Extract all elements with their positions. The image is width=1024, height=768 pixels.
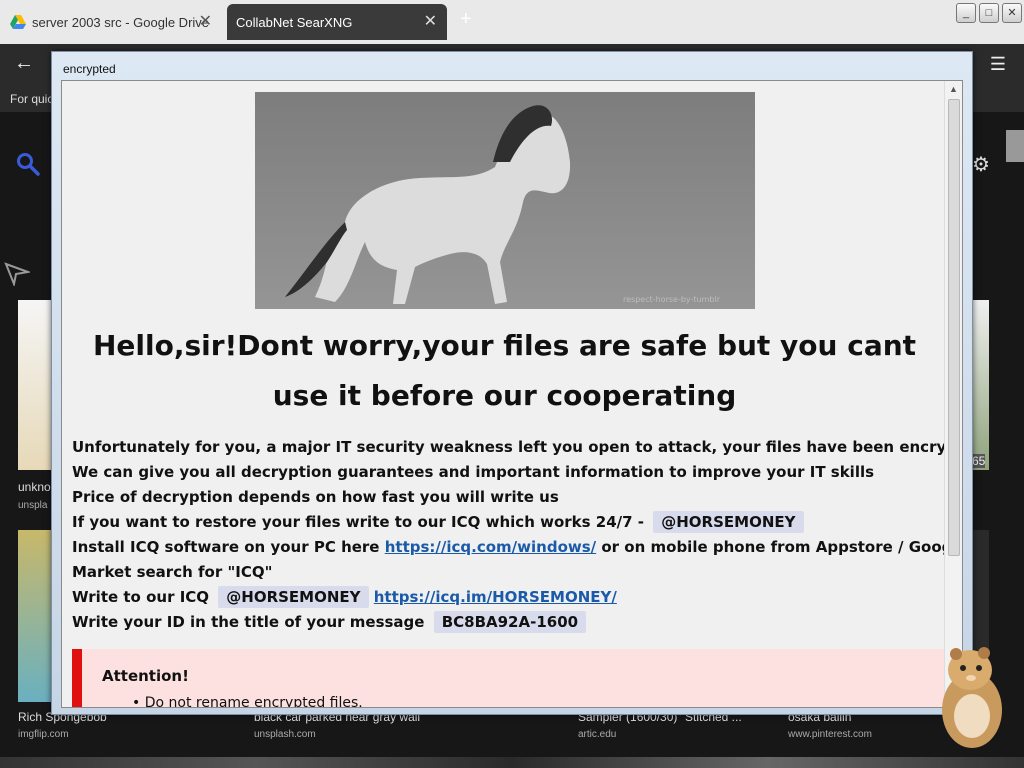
new-tab-button[interactable]: + <box>460 8 472 31</box>
tab-close-icon[interactable]: ✕ <box>424 11 437 31</box>
send-icon[interactable] <box>4 260 30 286</box>
note-line: Market search for "ICQ" <box>72 563 273 581</box>
maximize-button[interactable]: □ <box>979 3 999 23</box>
install-suffix: or on mobile phone from Appstore / Googl… <box>601 538 963 556</box>
result-source: unspla <box>18 500 48 511</box>
encrypted-window: encrypted respect-horse-by-tumblr Hello,… <box>51 51 973 715</box>
install-prefix: Install ICQ software on your PC here <box>72 538 380 556</box>
tab-title: server 2003 src - Google Drive <box>32 15 210 30</box>
id-prefix: Write your ID in the title of your messa… <box>72 613 425 631</box>
result-source: unsplash.com <box>254 729 316 740</box>
result-source: imgflip.com <box>18 729 69 740</box>
tab-close-icon[interactable]: ✕ <box>199 11 212 31</box>
note-line-install: Install ICQ software on your PC here htt… <box>72 538 963 556</box>
result-thumbnail[interactable] <box>18 530 52 702</box>
write-prefix: Write to our ICQ <box>72 588 210 606</box>
settings-gear-icon[interactable]: ⚙ <box>972 152 990 177</box>
scroll-up-arrow-icon[interactable]: ▲ <box>949 84 958 94</box>
attention-item-text: Do not rename encrypted files. <box>144 695 363 708</box>
ransom-heading: Hello,sir!Dont worry,your files are safe… <box>92 329 917 412</box>
tab-searxng[interactable]: CollabNet SearXNG ✕ <box>227 4 447 40</box>
result-source: artic.edu <box>578 729 617 740</box>
icq-profile-link[interactable]: https://icq.im/HORSEMONEY/ <box>374 588 617 606</box>
page-scrollbar-thumb[interactable] <box>1006 130 1024 162</box>
attention-box: Attention! • Do not rename encrypted fil… <box>72 649 960 708</box>
hint-text: For quic <box>10 92 54 106</box>
note-line-id: Write your ID in the title of your messa… <box>72 611 587 633</box>
note-line: Price of decryption depends on how fast … <box>72 488 559 506</box>
image-watermark: respect-horse-by-tumblr <box>623 295 721 304</box>
tab-strip: server 2003 src - Google Drive ✕ CollabN… <box>0 0 1024 44</box>
note-line-write: Write to our ICQ @HORSEMONEY https://icq… <box>72 586 617 608</box>
minimize-button[interactable]: _ <box>956 3 976 23</box>
result-thumbnail[interactable] <box>18 300 52 470</box>
scrollbar-thumb[interactable] <box>948 99 960 556</box>
horse-image: respect-horse-by-tumblr <box>255 92 755 309</box>
note-line-restore: If you want to restore your files write … <box>72 511 804 533</box>
note-line: We can give you all decryption guarantee… <box>72 463 875 481</box>
result-source: www.pinterest.com <box>788 729 872 740</box>
icq-handle-chip: @HORSEMONEY <box>218 586 369 608</box>
result-thumbnail-row[interactable] <box>0 757 1024 768</box>
result-thumbnail[interactable] <box>972 300 989 470</box>
result-caption[interactable]: unkno <box>18 480 51 494</box>
result-badge: 65 <box>972 454 986 468</box>
restore-text: If you want to restore your files write … <box>72 513 645 531</box>
hamburger-menu-icon[interactable]: ☰ <box>990 54 1006 75</box>
back-arrow-icon[interactable]: ← <box>14 52 34 75</box>
attention-item: • Do not rename encrypted files. <box>132 695 363 708</box>
victim-id-chip: BC8BA92A-1600 <box>433 611 587 633</box>
attention-title: Attention! <box>102 667 189 685</box>
icq-handle-chip: @HORSEMONEY <box>653 511 804 533</box>
note-line: Unfortunately for you, a major IT securi… <box>72 438 963 456</box>
note-scrollbar[interactable]: ▲ <box>944 81 962 707</box>
icq-windows-link[interactable]: https://icq.com/windows/ <box>385 538 596 556</box>
search-icon[interactable] <box>16 152 40 176</box>
window-title: encrypted <box>63 62 116 76</box>
close-window-button[interactable]: ✕ <box>1002 3 1022 23</box>
tab-google-drive[interactable]: server 2003 src - Google Drive ✕ <box>0 4 222 40</box>
hamster-image <box>942 647 1002 748</box>
ransom-note-pane: respect-horse-by-tumblr Hello,sir!Dont w… <box>61 80 963 708</box>
google-drive-icon <box>10 15 26 29</box>
tab-title: CollabNet SearXNG <box>236 15 353 30</box>
